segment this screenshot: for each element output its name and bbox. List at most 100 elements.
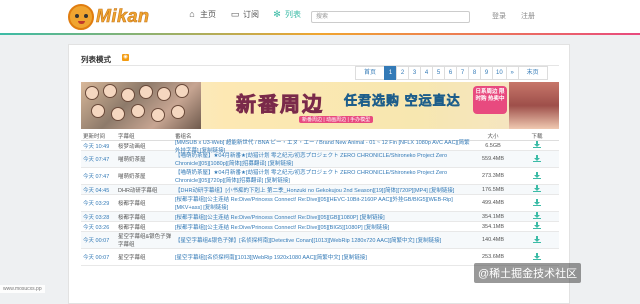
row-size: 354.1MB	[481, 223, 504, 230]
banner-character-image	[509, 82, 559, 129]
pager-item[interactable]: 首页	[355, 66, 385, 80]
character-face	[157, 87, 171, 101]
pager-item[interactable]: 末页	[517, 66, 548, 80]
card-title: 列表模式	[81, 55, 111, 64]
character-face	[171, 105, 185, 119]
row-time: 今天 03:28	[83, 214, 110, 221]
status-url: www.mosucxs.pp	[0, 285, 45, 293]
top-nav-bar: Mikan ⌂ 主页 ▭ 订阅 ✻ 列表 搜索 登录 注册	[0, 0, 640, 34]
download-icon[interactable]	[533, 171, 541, 179]
inbox-icon: ▭	[230, 9, 240, 19]
row-group[interactable]: 桜梦动画组	[118, 142, 175, 150]
row-group[interactable]: 喵萌奶茶屋	[118, 155, 175, 163]
character-face	[103, 84, 117, 98]
nav-home-link[interactable]: ⌂ 主页	[187, 9, 216, 20]
row-size: 559.4MB	[481, 156, 504, 162]
row-time: 今天 03:26	[83, 224, 110, 231]
banner-characters-image	[81, 82, 201, 129]
table-row: 今天 04:45 DHR动研字幕组 【DHR动研字幕组】[小书痴的下剋上 第二季_H…	[81, 185, 559, 195]
row-group[interactable]: 星空字幕组&银色子弹字幕组	[118, 232, 175, 248]
row-size: 273.3MB	[481, 173, 504, 179]
character-face	[121, 88, 135, 102]
download-icon[interactable]	[533, 222, 541, 229]
nav-list-link[interactable]: ✻ 列表	[272, 9, 301, 20]
row-size: 499.4MB	[481, 200, 504, 206]
row-title-link[interactable]: [桜都字幕组][公主连结 Re:Dive/Princess Connect! R…	[175, 197, 453, 211]
register-link[interactable]: 注册	[521, 11, 535, 21]
row-time: 今天 03:29	[83, 201, 110, 207]
login-link[interactable]: 登录	[492, 11, 506, 21]
row-time: 今天 07:47	[83, 174, 110, 180]
download-icon[interactable]	[533, 212, 541, 219]
download-icon[interactable]	[533, 154, 541, 162]
nav-subscribe-label: 订阅	[243, 10, 259, 19]
home-icon: ⌂	[189, 9, 195, 19]
table-row: 今天 03:28 桜都字幕组 [桜都字幕组][公主连结 Re:Dive/Prince…	[81, 212, 559, 222]
pagination: 首页 1 2 3 4 5 6 7 8 9 10» 末页	[355, 66, 548, 80]
row-size: 253.6MB	[481, 254, 504, 260]
rss-icon[interactable]: ◉	[122, 54, 129, 61]
watermark: @稀土掘金技术社区	[474, 263, 582, 283]
row-title-link[interactable]: 【喵萌奶茶屋】★04月新番★[劫猎计划 零之纪元/初恋プロジェクト ZERO C…	[175, 170, 447, 184]
row-title-link[interactable]: 【DHR动研字幕组】[小书痴的下剋上 第二季_Honzuki no Gekoku…	[175, 188, 454, 194]
banner-title: 新番周边	[236, 94, 324, 117]
table-row: 今天 03:29 桜都字幕组 [桜都字幕组][公主连结 Re:Dive/Prince…	[81, 195, 559, 212]
row-group[interactable]: 桜都字幕组	[118, 199, 175, 207]
character-face	[131, 104, 145, 118]
row-size: 354.1MB	[481, 213, 504, 220]
character-face	[139, 85, 153, 99]
row-group[interactable]: 桜都字幕组	[118, 213, 175, 221]
character-face	[91, 104, 105, 118]
row-group[interactable]: DHR动研字幕组	[118, 186, 175, 194]
row-title-link[interactable]: 【星空字幕组&银色子弹】[名侦探柯南][Detective Conan][101…	[175, 238, 441, 244]
color-stripe	[0, 33, 640, 35]
nav-home-label: 主页	[200, 10, 216, 19]
table-body: 今天 10:49 桜梦动画组 [MMSUB x U3-Web] 超能新世代 / BN…	[81, 140, 559, 266]
row-title-link[interactable]: [桜都字幕组][公主连结 Re:Dive/Princess Connect! R…	[175, 215, 385, 221]
row-title-link[interactable]: [桜都字幕组][公主连结 Re:Dive/Princess Connect! R…	[175, 225, 389, 231]
download-icon[interactable]	[533, 252, 541, 260]
site-logo[interactable]: Mikan	[68, 4, 158, 32]
header-size[interactable]: 大小	[471, 132, 515, 140]
table-row: 今天 10:49 桜梦动画组 [MMSUB x U3-Web] 超能新世代 / BN…	[81, 140, 559, 154]
nav-subscribe-link[interactable]: ▭ 订阅	[230, 9, 259, 20]
table-row: 今天 00:07 星空字幕组&银色子弹字幕组 【星空字幕组&银色子弹】[名侦探柯南]…	[81, 232, 559, 249]
logo-text: Mikan	[96, 6, 150, 27]
row-group[interactable]: 星空字幕组	[118, 253, 175, 261]
row-time: 今天 04:45	[83, 187, 110, 194]
pager-item[interactable]: 10	[492, 66, 507, 80]
row-group[interactable]: 喵萌奶茶屋	[118, 172, 175, 180]
promo-banner[interactable]: 新番周边 任君选购 空运直达 新番周边 | 动画周边 | 手办模型 日系周边 限…	[81, 82, 559, 129]
table-row: 今天 03:26 桜都字幕组 [桜都字幕组][公主连结 Re:Dive/Prince…	[81, 222, 559, 232]
character-face	[111, 107, 125, 121]
row-title-link[interactable]: 【喵萌奶茶屋】★04月新番★[劫猎计划 零之纪元/初恋プロジェクト ZERO C…	[175, 153, 447, 167]
character-face	[151, 108, 165, 122]
gear-icon: ✻	[273, 9, 281, 19]
download-icon[interactable]	[533, 235, 541, 243]
nav-list-label: 列表	[285, 10, 301, 19]
table-row: 今天 07:47 喵萌奶茶屋 【喵萌奶茶屋】★04月新番★[劫猎计划 零之纪元/初恋…	[81, 151, 559, 168]
header-group[interactable]: 字幕组	[118, 132, 175, 140]
row-time: 今天 07:47	[83, 157, 110, 163]
character-face	[175, 84, 189, 98]
character-face	[85, 86, 99, 100]
search-input[interactable]: 搜索	[311, 11, 470, 23]
header-download: 下载	[531, 133, 543, 140]
banner-badge: 日系周边 限时购 热卖中	[473, 86, 507, 114]
banner-tag: 新番周边 | 动画周边 | 手办模型	[299, 116, 374, 123]
bangumi-table: 更新时间 字幕组 番组名 大小 下载 今天 10:49 桜梦动画组 [MMSUB x…	[81, 131, 559, 266]
download-icon[interactable]	[533, 198, 541, 206]
header-time[interactable]: 更新时间	[81, 132, 118, 140]
row-title-link[interactable]: [星空字幕组][名侦探柯南][1013][WebRip 1920x1080 AA…	[175, 255, 367, 261]
row-size: 6.5GB	[485, 142, 501, 149]
row-time: 今天 00:07	[83, 255, 110, 261]
download-icon[interactable]	[533, 185, 541, 192]
mascot-logo-icon	[68, 4, 94, 30]
table-row: 今天 07:47 喵萌奶茶屋 【喵萌奶茶屋】★04月新番★[劫猎计划 零之纪元/初恋…	[81, 168, 559, 185]
row-size: 176.5MB	[481, 186, 504, 193]
row-time: 今天 10:49	[83, 143, 110, 150]
row-group[interactable]: 桜都字幕组	[118, 223, 175, 231]
row-size: 140.4MB	[481, 237, 504, 243]
row-time: 今天 00:07	[83, 238, 110, 244]
download-icon[interactable]	[533, 141, 541, 148]
